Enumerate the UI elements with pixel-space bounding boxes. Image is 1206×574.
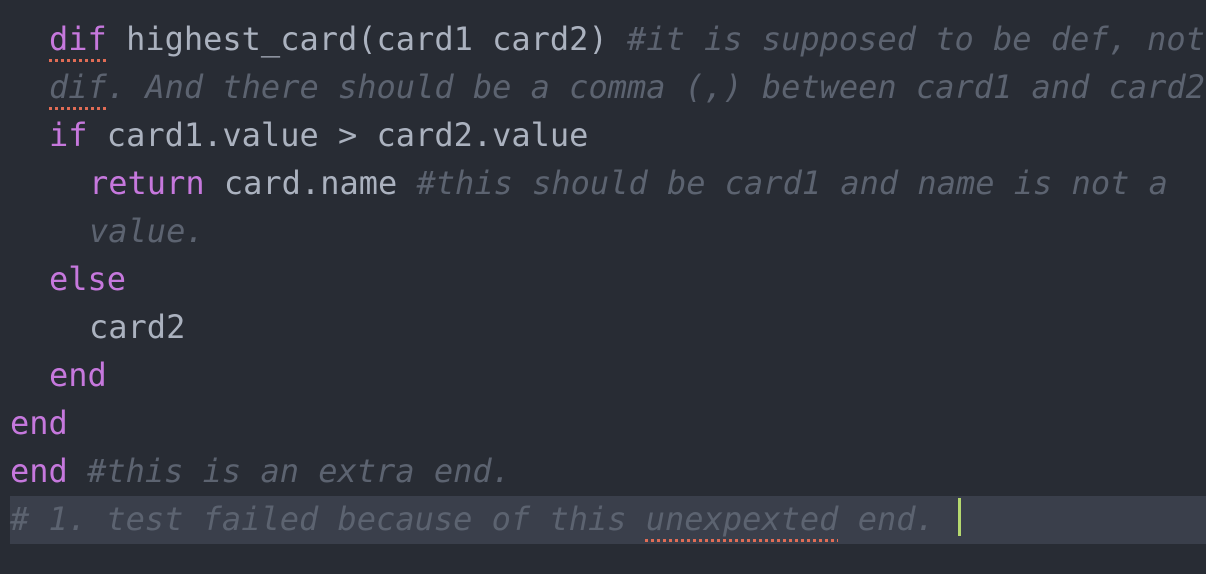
code-text: card2: [89, 308, 186, 346]
code-line-4: return card.name #this should be card1 a…: [0, 159, 1206, 207]
keyword-end: end: [10, 452, 68, 490]
comment-text: . And there should be a comma (,) betwee…: [106, 68, 1205, 106]
keyword-dif: dif: [49, 20, 107, 58]
keyword-if: if: [49, 116, 88, 154]
code-line-7: card2: [0, 303, 1206, 351]
code-line-6: else: [0, 255, 1206, 303]
code-line-9: end: [0, 399, 1206, 447]
comment-text: #it is supposed to be def, not: [626, 20, 1205, 58]
code-text: card1.value > card2.value: [87, 116, 589, 154]
code-line-11[interactable]: # 1. test failed because of this unexpex…: [0, 495, 1206, 543]
code-line-10: end #this is an extra end.: [0, 447, 1206, 495]
comment-squiggle-word: unexpexted: [645, 500, 839, 538]
code-line-3: if card1.value > card2.value: [0, 111, 1206, 159]
code-text: card.name: [204, 164, 417, 202]
code-line-1: dif highest_card(card1 card2) #it is sup…: [0, 15, 1206, 63]
comment-text: # 1. test failed because of this: [10, 500, 646, 538]
keyword-end: end: [49, 356, 107, 394]
code-editor[interactable]: dif highest_card(card1 card2) #it is sup…: [0, 0, 1206, 574]
code-line-5: value.: [0, 207, 1206, 255]
keyword-end: end: [10, 404, 68, 442]
comment-squiggle-word: dif: [49, 68, 107, 106]
text-cursor: [958, 498, 962, 536]
comment-text: #this should be card1 and name is not a: [416, 164, 1168, 202]
code-line-8: end: [0, 351, 1206, 399]
code-line-2: dif. And there should be a comma (,) bet…: [0, 63, 1206, 111]
code-text: highest_card(card1 card2): [106, 20, 627, 58]
comment-text: end.: [838, 500, 955, 538]
comment-text: #this is an extra end.: [67, 452, 511, 490]
comment-text: value.: [89, 212, 205, 250]
keyword-else: else: [49, 260, 127, 298]
keyword-return: return: [89, 164, 205, 202]
